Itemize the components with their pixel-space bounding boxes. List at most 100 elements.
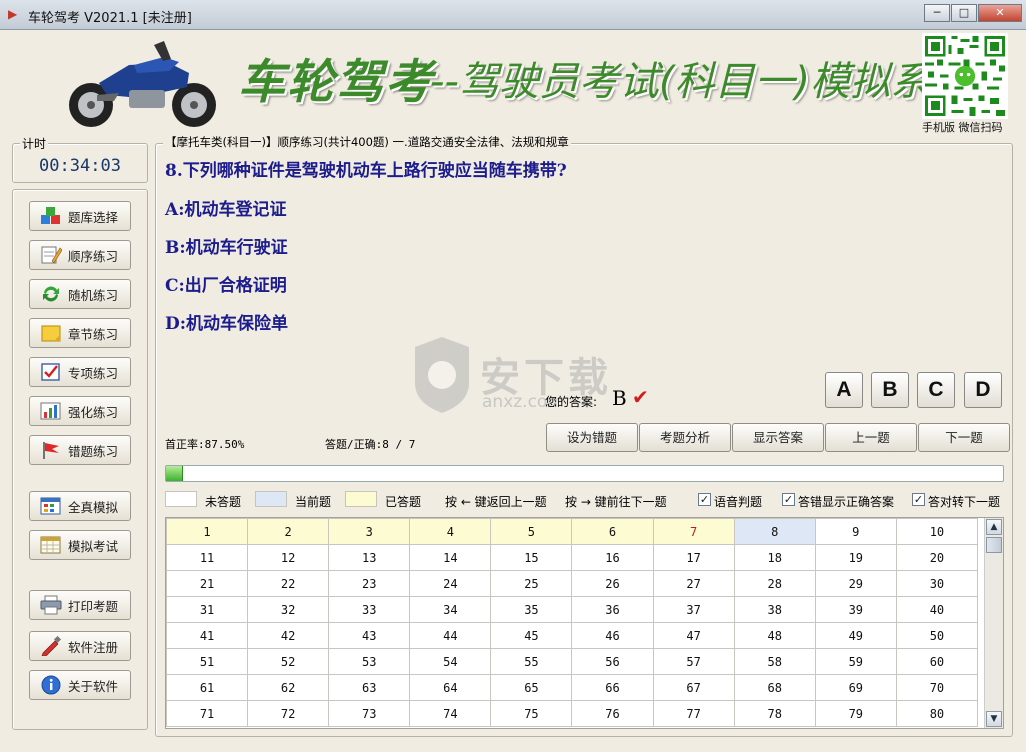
question-number-cell[interactable]: 71	[166, 700, 249, 727]
question-number-cell[interactable]: 70	[895, 674, 979, 701]
maximize-button[interactable]: □	[951, 4, 977, 22]
wrong-practice-button[interactable]: 错题练习	[29, 435, 131, 465]
question-number-cell[interactable]: 50	[895, 622, 979, 649]
question-number-cell[interactable]: 63	[328, 674, 411, 701]
question-number-cell[interactable]: 47	[652, 622, 735, 649]
question-number-cell[interactable]: 31	[166, 596, 249, 623]
question-number-cell[interactable]: 44	[409, 622, 492, 649]
full-simulation-button[interactable]: 全真模拟	[29, 491, 131, 521]
question-number-cell[interactable]: 57	[652, 648, 735, 675]
option-a[interactable]: A:机动车登记证	[165, 195, 286, 220]
question-number-cell[interactable]: 26	[571, 570, 654, 597]
auto-next-checkbox[interactable]: ✓	[912, 493, 925, 506]
question-number-cell[interactable]: 24	[409, 570, 492, 597]
question-number-cell[interactable]: 25	[490, 570, 573, 597]
question-number-cell[interactable]: 65	[490, 674, 573, 701]
question-number-cell[interactable]: 78	[733, 700, 816, 727]
answer-b-button[interactable]: B	[871, 372, 909, 408]
question-number-cell[interactable]: 27	[652, 570, 735, 597]
question-number-cell[interactable]: 29	[814, 570, 897, 597]
print-questions-button[interactable]: 打印考题	[29, 590, 131, 620]
question-number-cell[interactable]: 56	[571, 648, 654, 675]
grid-scrollbar[interactable]: ▲ ▼	[984, 518, 1003, 728]
previous-question-button[interactable]: 上一题	[825, 423, 917, 452]
question-number-cell[interactable]: 20	[895, 544, 979, 571]
random-practice-button[interactable]: 随机练习	[29, 279, 131, 309]
question-number-cell[interactable]: 52	[247, 648, 330, 675]
question-number-cell[interactable]: 49	[814, 622, 897, 649]
question-number-cell[interactable]: 3	[328, 518, 411, 545]
question-number-cell[interactable]: 53	[328, 648, 411, 675]
register-software-button[interactable]: 软件注册	[29, 631, 131, 661]
question-number-cell[interactable]: 15	[490, 544, 573, 571]
question-number-cell[interactable]: 30	[895, 570, 979, 597]
question-number-cell[interactable]: 42	[247, 622, 330, 649]
question-number-cell[interactable]: 75	[490, 700, 573, 727]
question-number-cell[interactable]: 43	[328, 622, 411, 649]
question-number-cell[interactable]: 6	[571, 518, 654, 545]
question-number-cell[interactable]: 72	[247, 700, 330, 727]
scroll-down-icon[interactable]: ▼	[986, 711, 1002, 727]
question-number-cell[interactable]: 37	[652, 596, 735, 623]
question-number-cell[interactable]: 35	[490, 596, 573, 623]
question-number-cell[interactable]: 59	[814, 648, 897, 675]
question-number-cell[interactable]: 34	[409, 596, 492, 623]
question-number-cell[interactable]: 38	[733, 596, 816, 623]
question-number-cell[interactable]: 11	[166, 544, 249, 571]
scroll-up-icon[interactable]: ▲	[986, 519, 1002, 535]
question-number-cell[interactable]: 28	[733, 570, 816, 597]
question-number-cell[interactable]: 12	[247, 544, 330, 571]
question-number-cell[interactable]: 33	[328, 596, 411, 623]
about-software-button[interactable]: 关于软件	[29, 670, 131, 700]
question-number-cell[interactable]: 8	[733, 518, 816, 545]
question-number-cell[interactable]: 58	[733, 648, 816, 675]
question-number-cell[interactable]: 22	[247, 570, 330, 597]
question-number-cell[interactable]: 54	[409, 648, 492, 675]
show-answer-button[interactable]: 显示答案	[732, 423, 824, 452]
question-number-cell[interactable]: 2	[247, 518, 330, 545]
question-number-cell[interactable]: 60	[895, 648, 979, 675]
question-number-cell[interactable]: 62	[247, 674, 330, 701]
show-correct-on-wrong-checkbox[interactable]: ✓	[782, 493, 795, 506]
question-number-cell[interactable]: 48	[733, 622, 816, 649]
question-number-cell[interactable]: 40	[895, 596, 979, 623]
question-number-cell[interactable]: 5	[490, 518, 573, 545]
question-number-cell[interactable]: 45	[490, 622, 573, 649]
close-button[interactable]: ✕	[978, 4, 1022, 22]
question-number-cell[interactable]: 67	[652, 674, 735, 701]
question-number-cell[interactable]: 76	[571, 700, 654, 727]
question-number-cell[interactable]: 80	[895, 700, 979, 727]
option-b[interactable]: B:机动车行驶证	[165, 233, 288, 258]
question-number-cell[interactable]: 19	[814, 544, 897, 571]
question-number-cell[interactable]: 17	[652, 544, 735, 571]
question-number-cell[interactable]: 74	[409, 700, 492, 727]
question-number-cell[interactable]: 9	[814, 518, 897, 545]
question-number-cell[interactable]: 18	[733, 544, 816, 571]
sequential-practice-button[interactable]: 顺序练习	[29, 240, 131, 270]
voice-judge-checkbox[interactable]: ✓	[698, 493, 711, 506]
question-number-cell[interactable]: 21	[166, 570, 249, 597]
chapter-practice-button[interactable]: 章节练习	[29, 318, 131, 348]
question-number-cell[interactable]: 73	[328, 700, 411, 727]
question-number-cell[interactable]: 13	[328, 544, 411, 571]
scroll-thumb[interactable]	[986, 537, 1002, 553]
option-d[interactable]: D:机动车保险单	[165, 309, 288, 334]
question-number-cell[interactable]: 23	[328, 570, 411, 597]
answer-a-button[interactable]: A	[825, 372, 863, 408]
question-number-cell[interactable]: 69	[814, 674, 897, 701]
question-number-cell[interactable]: 16	[571, 544, 654, 571]
question-number-cell[interactable]: 51	[166, 648, 249, 675]
question-number-cell[interactable]: 55	[490, 648, 573, 675]
question-number-cell[interactable]: 77	[652, 700, 735, 727]
mock-exam-button[interactable]: 模拟考试	[29, 530, 131, 560]
question-analysis-button[interactable]: 考题分析	[639, 423, 731, 452]
question-number-cell[interactable]: 61	[166, 674, 249, 701]
question-number-cell[interactable]: 46	[571, 622, 654, 649]
intensive-practice-button[interactable]: 强化练习	[29, 396, 131, 426]
question-number-cell[interactable]: 4	[409, 518, 492, 545]
special-practice-button[interactable]: 专项练习	[29, 357, 131, 387]
next-question-button[interactable]: 下一题	[918, 423, 1010, 452]
question-number-cell[interactable]: 68	[733, 674, 816, 701]
answer-d-button[interactable]: D	[964, 372, 1002, 408]
question-number-cell[interactable]: 1	[166, 518, 249, 545]
